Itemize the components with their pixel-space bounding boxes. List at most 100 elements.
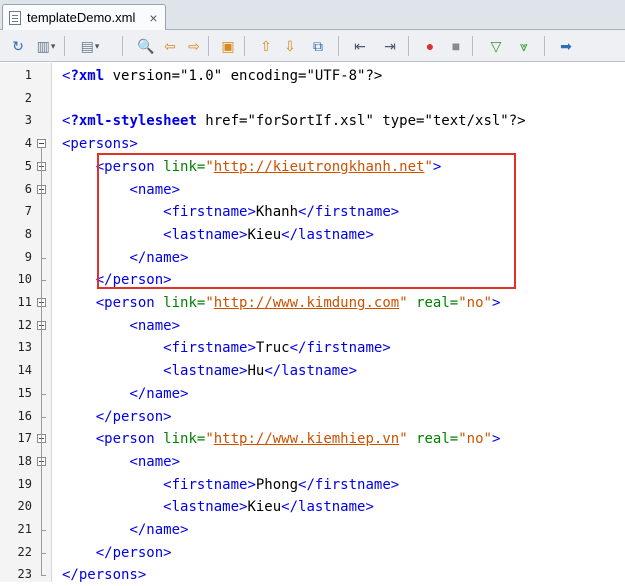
line-number: 1 [24,68,32,82]
line-number: 17 [17,431,32,446]
code-token: link= [163,431,206,448]
code-line[interactable]: <firstname>Phong</firstname> [62,474,399,496]
code-line[interactable]: <?xml-stylesheet href="forSortIf.xsl" ty… [62,110,526,132]
line-number: 14 [17,363,32,378]
code-token: link= [163,295,206,311]
tab-templatedemo-xml[interactable]: templateDemo.xml × [2,4,166,30]
attribute-url-link[interactable]: http://www.kimdung.com [214,295,399,311]
code-token: <lastname> [163,363,248,380]
code-token: real= [416,431,459,448]
line-number: 9 [24,249,32,264]
code-token: <firstname> [163,476,256,493]
line-number: 15 [17,385,32,400]
fold-guide-line [41,329,42,394]
code-line[interactable]: <persons> [62,133,138,155]
line-number: 5 [24,158,32,173]
code-token: </person> [95,544,172,561]
line-number: 16 [17,408,32,423]
code-line[interactable]: <name> [62,451,180,473]
toggle-bookmark-icon[interactable]: ⧉ [308,36,328,56]
code-line[interactable]: </name> [62,383,188,405]
xsl-transform-icon[interactable]: ➡ [556,36,576,56]
code-line[interactable]: </person> [62,406,172,428]
code-line[interactable]: <person link="http://www.kiemhiep.vn" re… [62,428,501,450]
close-tab-icon[interactable]: × [149,10,157,26]
code-line[interactable]: <?xml version="1.0" encoding="UTF-8"?> [62,65,382,87]
line-number: 4 [24,136,32,151]
start-macro-icon[interactable]: ● [420,36,440,56]
line-number: 2 [24,90,32,105]
code-token: </person> [95,408,172,425]
fold-guide-line [41,465,42,530]
toolbar-separator [472,36,473,56]
code-token: > [491,431,501,448]
shift-left-icon[interactable]: ⇤ [350,36,370,56]
code-token: "no" [458,431,492,448]
code-token: Hu [247,363,265,380]
code-line[interactable]: </person> [62,542,172,564]
check-xml-icon[interactable]: ▽ [486,36,506,56]
line-number: 18 [17,453,32,468]
line-number-gutter: 1 2 3 4 5 6 7 8 9 10 11 12 13 14 15 16 17 18 19 20 21 22 23 [0,63,52,582]
code-token: " [399,431,408,448]
code-line[interactable]: <person link="http://www.kimdung.com" re… [62,292,501,314]
code-token: > [491,295,501,311]
code-line[interactable]: <lastname>Kieu</lastname> [62,496,374,518]
editor-toolbar: ↻▥ ▤ 🔍⇦⇨ ▣ ⇧⇩ ⧉ ⇤ ⇥ ● ■ ▽ ⩔ ➡ [0,30,625,62]
line-number: 11 [17,295,32,309]
line-number: 21 [17,522,32,536]
code-token: </firstname> [298,476,400,493]
validate-xml-icon[interactable]: ⩔ [514,36,534,56]
code-editor[interactable]: <?xml version="1.0" encoding="UTF-8"?> <?… [52,63,625,583]
code-line[interactable]: </persons> [62,564,146,586]
next-bookmark-icon[interactable]: ⇩ [280,36,300,56]
toolbar-separator [338,36,339,56]
highlight-box [97,153,516,289]
find-icon[interactable]: 🔍 [136,36,156,56]
toolbar-separator [122,36,123,56]
attribute-url-link[interactable]: http://www.kiemhiep.vn [214,431,399,447]
code-token: </name> [129,522,189,538]
line-number: 19 [17,476,32,491]
code-token: <name> [129,453,181,470]
forward-edit-icon[interactable]: ▤ [76,36,104,56]
toolbar-separator [244,36,245,56]
line-number: 10 [17,272,32,287]
stop-macro-icon[interactable]: ■ [446,36,466,56]
line-number: 20 [17,499,32,514]
toggle-highlight-icon[interactable]: ▣ [218,36,238,56]
history-icon[interactable]: ↻ [8,36,28,56]
code-line[interactable]: <lastname>Hu</lastname> [62,360,357,382]
code-token: real= [416,295,459,311]
toolbar-separator [544,36,545,56]
code-token: </name> [129,385,189,402]
code-token: <person [95,295,164,311]
previous-bookmark-icon[interactable]: ⇧ [256,36,276,56]
line-number: 7 [24,204,32,219]
code-line[interactable]: </name> [62,519,188,541]
code-line[interactable]: <name> [62,315,180,337]
code-line[interactable]: <firstname>Truc</firstname> [62,337,391,359]
editor-tab-bar: templateDemo.xml × [0,0,625,30]
code-token: Phong [255,476,299,493]
find-next-icon[interactable]: ⇨ [184,36,204,56]
line-number: 3 [24,113,32,128]
back-edit-icon[interactable]: ▥ [32,36,60,56]
line-number: 13 [17,340,32,355]
shift-right-icon[interactable]: ⇥ [380,36,400,56]
fold-toggle-icon[interactable] [37,139,46,149]
code-token: </persons> [62,567,147,584]
find-previous-icon[interactable]: ⇦ [160,36,180,56]
code-token: ?xml [70,68,105,84]
